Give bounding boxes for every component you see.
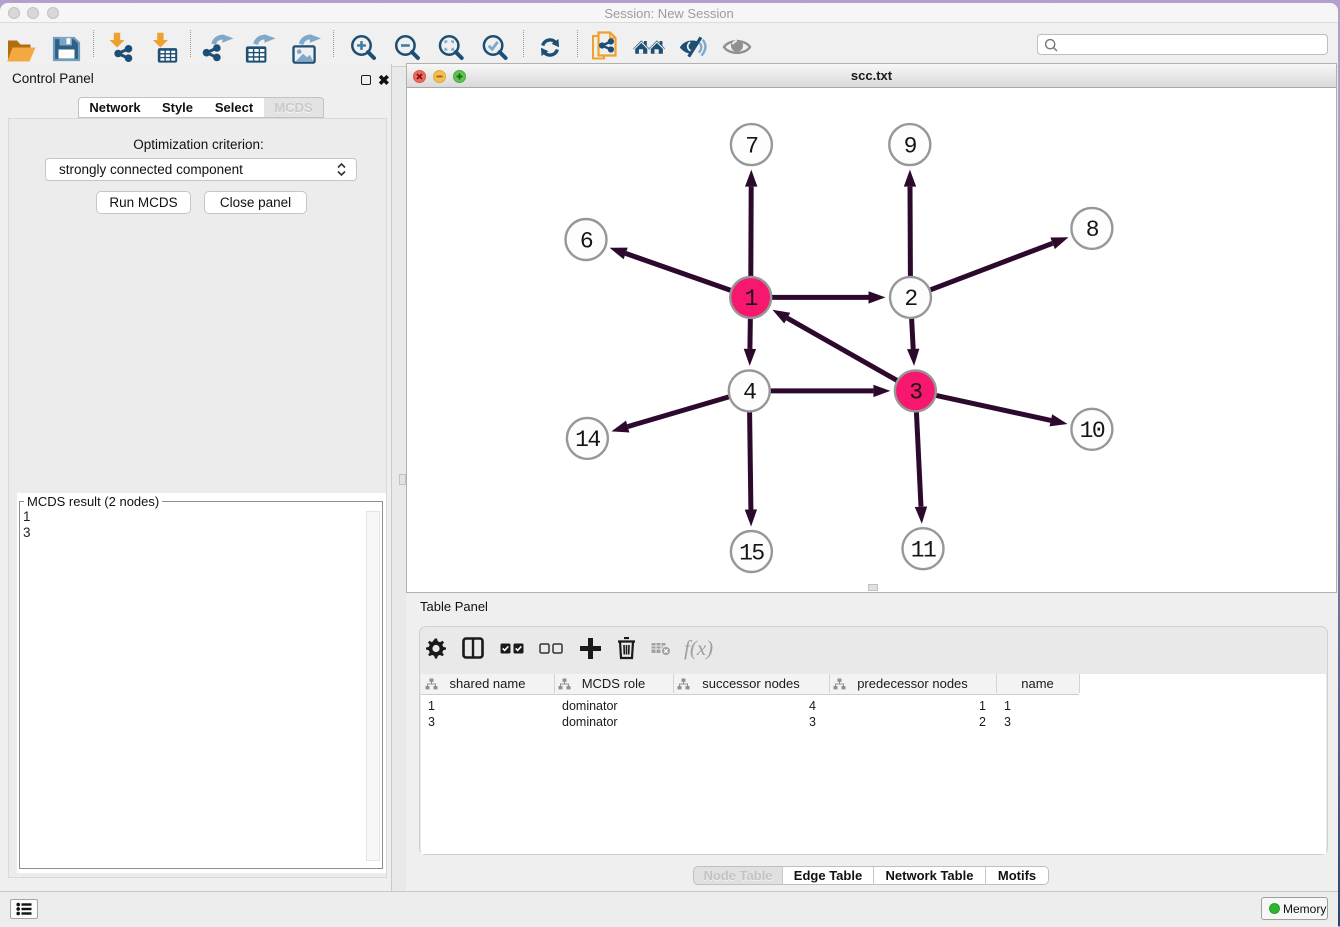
svg-text:7: 7 (745, 133, 757, 159)
svg-text:15: 15 (739, 540, 764, 566)
svg-text:8: 8 (1086, 217, 1099, 243)
svg-text:11: 11 (911, 538, 936, 564)
svg-text:14: 14 (575, 427, 600, 453)
svg-text:1: 1 (745, 286, 758, 312)
svg-text:10: 10 (1080, 418, 1105, 444)
svg-text:4: 4 (743, 380, 756, 406)
svg-text:9: 9 (904, 133, 917, 159)
svg-text:6: 6 (580, 228, 593, 254)
svg-text:3: 3 (909, 380, 922, 406)
svg-text:2: 2 (904, 286, 917, 312)
